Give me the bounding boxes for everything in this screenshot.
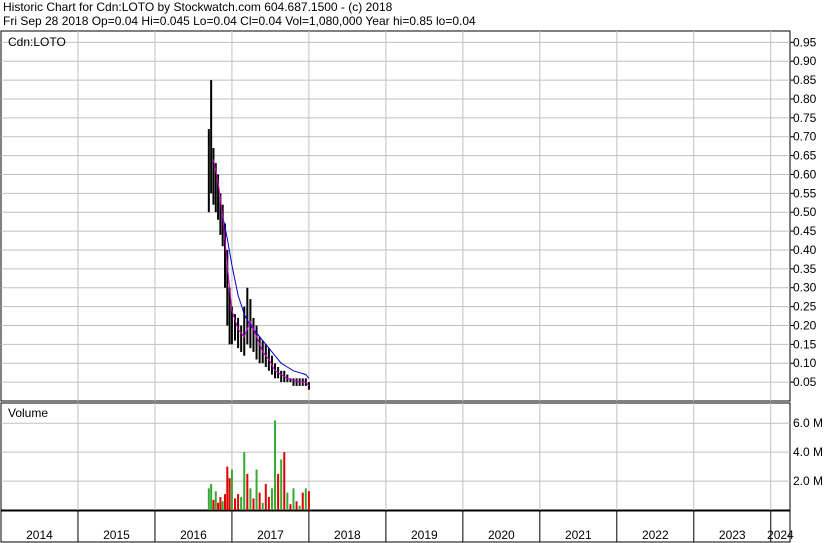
year-tick-label: 2014 <box>26 528 53 542</box>
year-tick-label: 2018 <box>334 528 361 542</box>
year-tick-label: 2019 <box>411 528 438 542</box>
volume-panel <box>0 402 791 511</box>
price-tick-label: 0.70 <box>793 130 817 144</box>
price-tick-label: 0.85 <box>793 73 817 87</box>
price-tick-label: 0.10 <box>793 356 817 370</box>
year-tick-label: 2023 <box>719 528 746 542</box>
price-tick-label: 0.95 <box>793 35 817 49</box>
volume-tick-label: 6.0 M <box>793 416 823 430</box>
price-tick-label: 0.25 <box>793 300 817 314</box>
year-tick-label: 2021 <box>565 528 592 542</box>
volume-label: Volume <box>8 406 48 420</box>
price-tick-label: 0.90 <box>793 54 817 68</box>
price-tick-label: 0.15 <box>793 337 817 351</box>
price-tick-label: 0.80 <box>793 92 817 106</box>
price-tick-label: 0.55 <box>793 186 817 200</box>
price-tick-label: 0.30 <box>793 281 817 295</box>
symbol-label: Cdn:LOTO <box>8 35 66 49</box>
volume-tick-label: 4.0 M <box>793 445 823 459</box>
price-tick-label: 0.50 <box>793 205 817 219</box>
year-tick-label: 2020 <box>488 528 515 542</box>
volume-tick-label: 2.0 M <box>793 474 823 488</box>
price-tick-label: 0.45 <box>793 224 817 238</box>
price-tick-label: 0.75 <box>793 111 817 125</box>
year-tick-label: 2024 <box>767 528 794 542</box>
stock-chart: 0.95 0.90 0.85 0.80 0.75 0.70 0.65 0.60 0.55 0.50… <box>0 30 823 543</box>
price-tick-label: 0.60 <box>793 167 817 181</box>
price-axis: 0.95 0.90 0.85 0.80 0.75 0.70 0.65 0.60 0.55 0.50… <box>790 35 817 389</box>
volume-axis: 6.0 M 4.0 M 2.0 M <box>793 416 823 488</box>
price-tick-label: 0.40 <box>793 243 817 257</box>
price-tick-label: 0.35 <box>793 262 817 276</box>
price-tick-label: 0.20 <box>793 318 817 332</box>
price-panel <box>0 30 791 402</box>
year-tick-label: 2022 <box>642 528 669 542</box>
year-tick-label: 2016 <box>180 528 207 542</box>
price-tick-label: 0.65 <box>793 149 817 163</box>
year-tick-label: 2015 <box>103 528 130 542</box>
year-tick-label: 2017 <box>257 528 284 542</box>
price-tick-label: 0.05 <box>793 375 817 389</box>
